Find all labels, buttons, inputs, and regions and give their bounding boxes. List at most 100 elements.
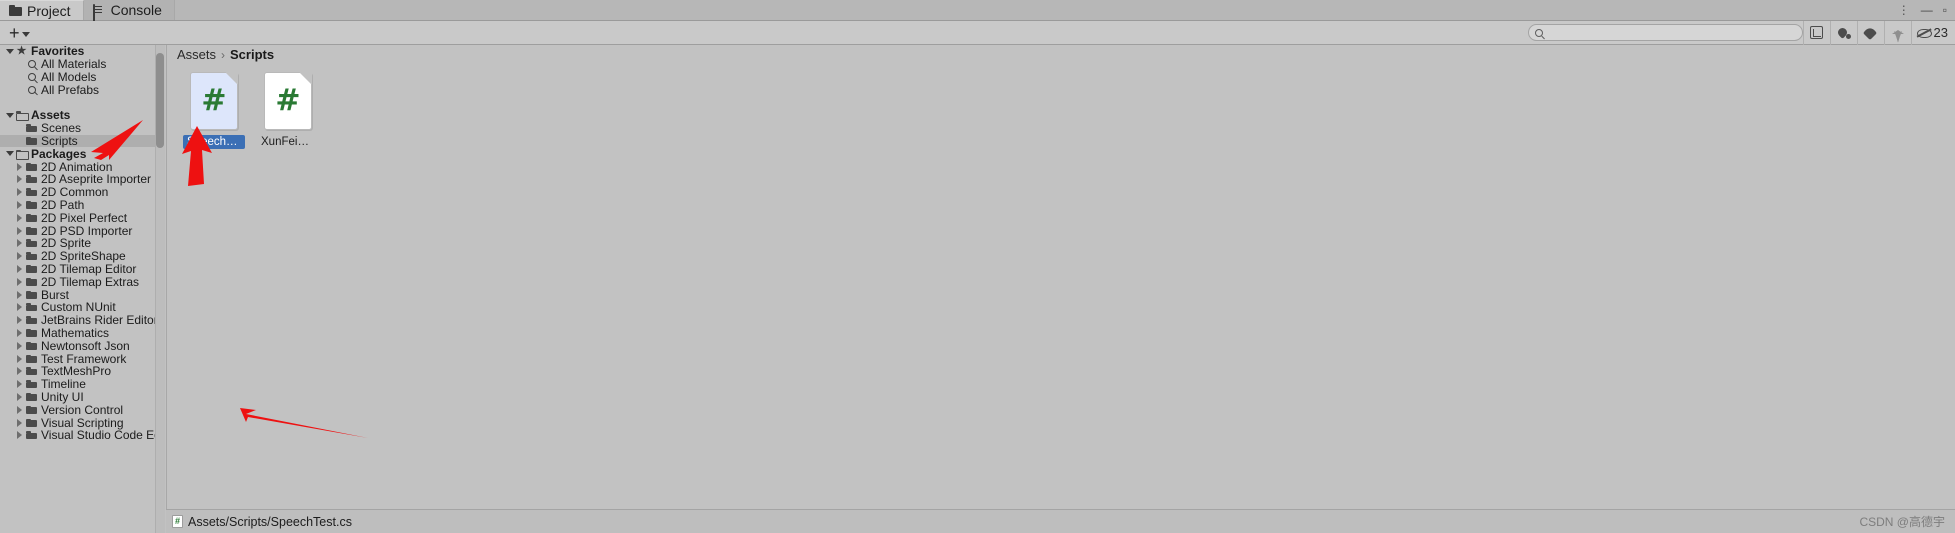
twisty-closed-icon[interactable]: [14, 367, 25, 376]
search-field[interactable]: [1527, 24, 1803, 41]
minimize-icon[interactable]: —: [1921, 3, 1933, 17]
tree-item-2d-tilemap-editor[interactable]: 2D Tilemap Editor: [0, 262, 155, 276]
hidden-items-count: 23: [1933, 25, 1948, 40]
tree-item-jetbrains-rider-editor[interactable]: JetBrains Rider Editor: [0, 313, 155, 327]
tree-item-all-materials[interactable]: All Materials: [0, 57, 155, 71]
filter-by-type-button[interactable]: [1829, 20, 1857, 45]
folder-icon: [25, 341, 38, 350]
folder-icon: [25, 367, 38, 376]
folder-icon: [25, 290, 38, 299]
create-asset-button[interactable]: +: [6, 23, 33, 43]
tree-item-2d-path[interactable]: 2D Path: [0, 198, 155, 212]
tree-item-timeline[interactable]: Timeline: [0, 377, 155, 391]
file-tile-label[interactable]: SpeechTest: [183, 135, 245, 149]
tree-item-custom-nunit[interactable]: Custom NUnit: [0, 300, 155, 314]
twisty-closed-icon[interactable]: [14, 188, 25, 197]
twisty-closed-icon[interactable]: [14, 252, 25, 261]
twisty-closed-icon[interactable]: [14, 239, 25, 248]
folder-icon: [25, 431, 38, 440]
search-icon: [25, 60, 38, 69]
tree-item-all-prefabs[interactable]: All Prefabs: [0, 83, 155, 97]
tree-item-visual-studio-code-editor[interactable]: Visual Studio Code Editor: [0, 428, 155, 442]
twisty-closed-icon[interactable]: [14, 277, 25, 286]
maximize-icon[interactable]: ▫: [1943, 3, 1947, 17]
tree-item-favorites[interactable]: ★ Favorites: [0, 45, 155, 58]
tree-item-scenes[interactable]: Scenes: [0, 121, 155, 135]
tree-item-2d-sprite[interactable]: 2D Sprite: [0, 236, 155, 250]
tree-item-all-models[interactable]: All Models: [0, 70, 155, 84]
twisty-closed-icon[interactable]: [14, 380, 25, 389]
file-tile[interactable]: # SpeechTest: [183, 72, 245, 149]
tree-item-2d-animation[interactable]: 2D Animation: [0, 160, 155, 174]
search-icon: [1534, 28, 1543, 37]
star-icon: ★: [16, 45, 27, 58]
tree-item-test-framework[interactable]: Test Framework: [0, 352, 155, 366]
search-expand-button[interactable]: [1802, 20, 1830, 45]
tree-item-2d-tilemap-extras[interactable]: 2D Tilemap Extras: [0, 275, 155, 289]
tree-item-scripts[interactable]: Scripts: [0, 134, 155, 148]
twisty-open-icon[interactable]: [4, 151, 15, 157]
twisty-closed-icon[interactable]: [14, 392, 25, 401]
tree-item-2d-pixel-perfect[interactable]: 2D Pixel Perfect: [0, 211, 155, 225]
chevron-down-icon: [21, 31, 30, 37]
tree-item-visual-scripting[interactable]: Visual Scripting: [0, 416, 155, 430]
tab-console[interactable]: Console: [83, 0, 175, 22]
tree-item-2d-aseprite-importer[interactable]: 2D Aseprite Importer: [0, 172, 155, 186]
twisty-closed-icon[interactable]: [14, 316, 25, 325]
csharp-script-icon: #: [264, 72, 312, 130]
tree-item-assets[interactable]: Assets: [0, 108, 155, 122]
tree-item-newtonsoft-json[interactable]: Newtonsoft Json: [0, 339, 155, 353]
twisty-closed-icon[interactable]: [14, 264, 25, 273]
tree-item-2d-psd-importer[interactable]: 2D PSD Importer: [0, 224, 155, 238]
hash-glyph: #: [275, 82, 301, 118]
search-expand-icon: [1810, 26, 1824, 39]
filter-by-label-button[interactable]: [1856, 20, 1884, 45]
twisty-closed-icon[interactable]: [14, 405, 25, 414]
folder-icon: [25, 188, 38, 197]
twisty-closed-icon[interactable]: [14, 418, 25, 427]
unity-project-window: Project Console ⋮ — ▫ + 23 ★ Favorites A…: [0, 0, 1955, 533]
breadcrumb-current[interactable]: Scripts: [230, 47, 274, 62]
tree-item-version-control[interactable]: Version Control: [0, 403, 155, 417]
folder-open-icon: [15, 111, 29, 122]
twisty-closed-icon[interactable]: [14, 303, 25, 312]
status-path-label: Assets/Scripts/SpeechTest.cs: [188, 514, 352, 529]
twisty-closed-icon[interactable]: [14, 162, 25, 171]
twisty-closed-icon[interactable]: [14, 226, 25, 235]
folder-icon: [25, 354, 38, 363]
folder-icon: [25, 252, 38, 261]
file-grid: # SpeechTest # XunFeiMa...: [167, 64, 1955, 149]
tree-item-mathematics[interactable]: Mathematics: [0, 326, 155, 340]
tree-item-2d-spriteshape[interactable]: 2D SpriteShape: [0, 249, 155, 263]
twisty-closed-icon[interactable]: [14, 200, 25, 209]
twisty-open-icon[interactable]: [4, 48, 15, 54]
toolbar-right-group: 23: [1527, 20, 1955, 45]
tree-scrollbar-thumb[interactable]: [156, 53, 164, 148]
twisty-closed-icon[interactable]: [14, 213, 25, 222]
filter-favorites-button[interactable]: [1883, 20, 1911, 45]
tree-item-unity-ui[interactable]: Unity UI: [0, 390, 155, 404]
tree-item-textmeshpro[interactable]: TextMeshPro: [0, 364, 155, 378]
console-icon: [92, 3, 95, 22]
tree-item-2d-common[interactable]: 2D Common: [0, 185, 155, 199]
twisty-open-icon[interactable]: [4, 112, 15, 118]
twisty-closed-icon[interactable]: [14, 431, 25, 440]
twisty-closed-icon[interactable]: [14, 328, 25, 337]
file-tile[interactable]: # XunFeiMa...: [257, 72, 319, 149]
project-tree[interactable]: ★ Favorites All Materials All Models All Pre…: [0, 45, 155, 533]
tab-project[interactable]: Project: [0, 0, 84, 20]
plus-icon: +: [9, 22, 20, 43]
twisty-closed-icon[interactable]: [14, 175, 25, 184]
folder-icon: [25, 226, 38, 235]
breadcrumb-root[interactable]: Assets: [177, 47, 216, 62]
folder-icon: [25, 124, 38, 133]
twisty-closed-icon[interactable]: [14, 290, 25, 299]
hidden-items-indicator[interactable]: 23: [1910, 20, 1955, 45]
window-menu-icon[interactable]: ⋮: [1898, 3, 1911, 17]
tree-item-burst[interactable]: Burst: [0, 288, 155, 302]
twisty-closed-icon[interactable]: [14, 354, 25, 363]
search-input[interactable]: [1546, 25, 1787, 40]
tree-item-packages[interactable]: Packages: [0, 147, 155, 161]
twisty-closed-icon[interactable]: [14, 341, 25, 350]
file-tile-label[interactable]: XunFeiMa...: [257, 135, 319, 149]
